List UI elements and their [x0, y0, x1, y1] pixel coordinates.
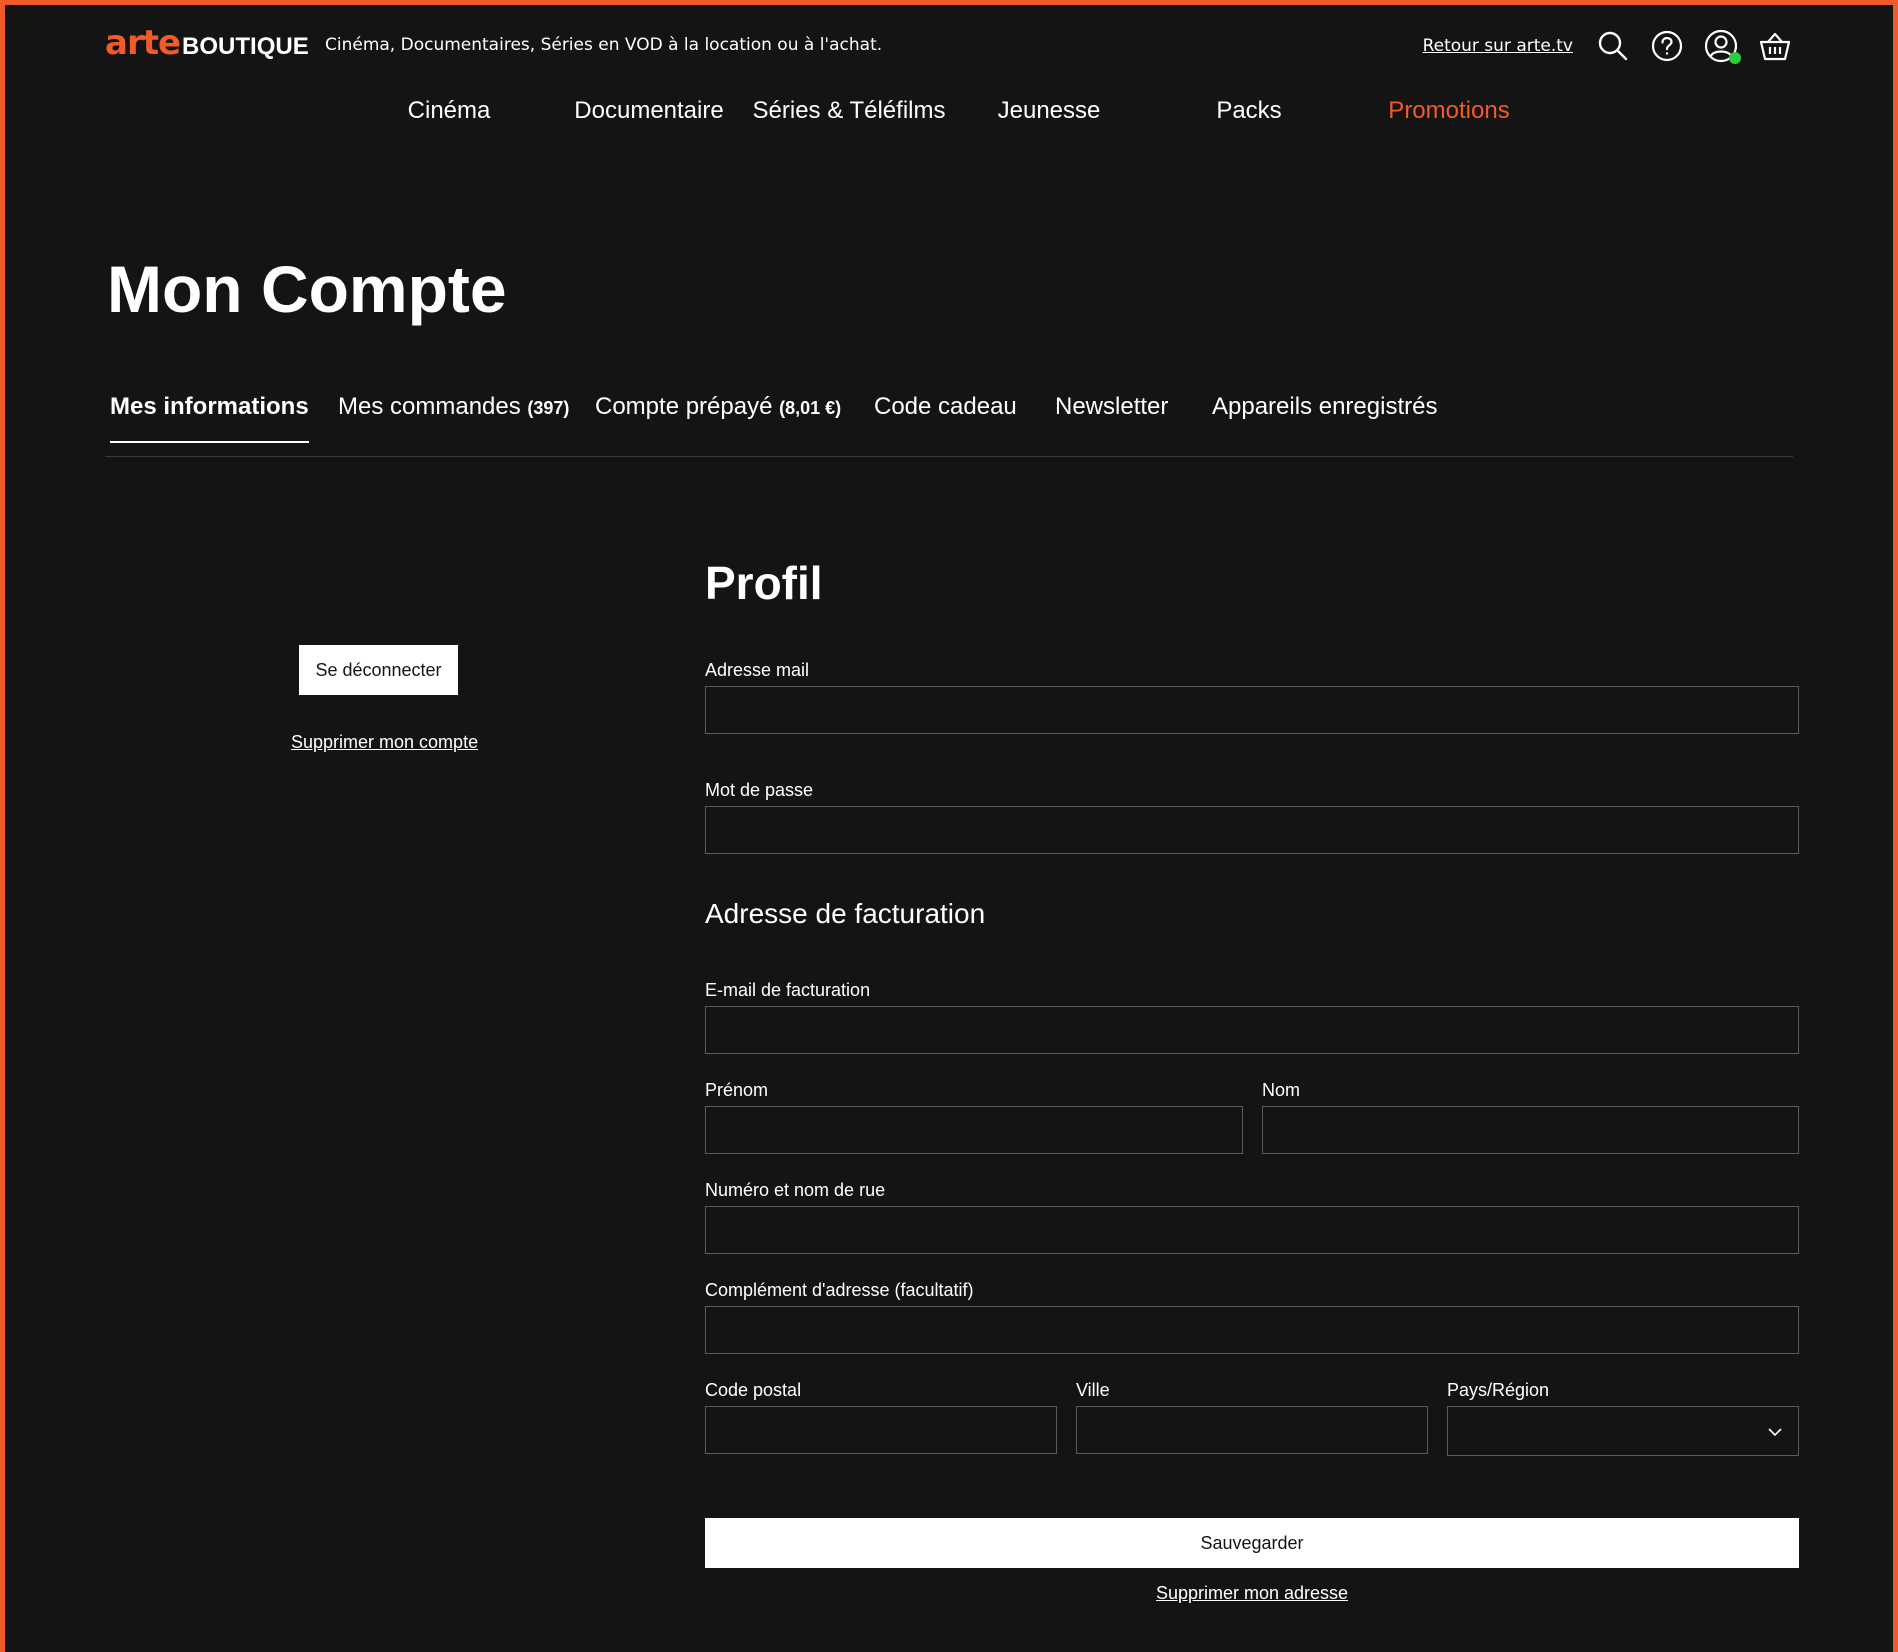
basket-icon[interactable]	[1757, 28, 1793, 64]
logo-boutique-text: BOUTIQUE	[182, 33, 309, 60]
address-complement-label: Complément d'adresse (facultatif)	[705, 1280, 974, 1300]
online-status-dot	[1729, 52, 1741, 64]
lastname-label: Nom	[1262, 1080, 1301, 1100]
search-icon[interactable]	[1595, 28, 1631, 64]
email-field[interactable]	[705, 686, 1799, 734]
header-actions: Retour sur arte.tv	[1423, 25, 1793, 67]
address-complement-field[interactable]	[705, 1306, 1799, 1354]
tab-newsletter[interactable]: Newsletter	[1055, 393, 1168, 421]
billing-address-title: Adresse de facturation	[705, 898, 986, 929]
main-nav: Cinéma Documentaire Séries & Téléfilms J…	[5, 97, 1893, 137]
billing-email-label: E-mail de facturation	[705, 980, 871, 1000]
tab-mes-informations[interactable]: Mes informations	[110, 393, 309, 443]
tab-label: Appareils enregistrés	[1212, 393, 1438, 420]
tab-appareils-enregistres[interactable]: Appareils enregistrés	[1212, 393, 1437, 421]
prepaid-balance: (8,01 €)	[779, 398, 842, 418]
nav-item-packs[interactable]: Packs	[1216, 97, 1281, 125]
street-field[interactable]	[705, 1206, 1799, 1254]
postal-code-field[interactable]	[705, 1406, 1057, 1454]
logout-button[interactable]: Se déconnecter	[299, 645, 458, 695]
nav-item-series-telefilms[interactable]: Séries & Téléfilms	[753, 97, 946, 125]
tab-label: Newsletter	[1055, 393, 1169, 420]
help-icon[interactable]	[1649, 28, 1685, 64]
logo-arte-text: arte	[105, 23, 181, 63]
delete-account-link[interactable]: Supprimer mon compte	[291, 732, 478, 753]
delete-address-link[interactable]: Supprimer mon adresse	[1152, 1583, 1352, 1604]
tab-label: Code cadeau	[874, 393, 1017, 420]
tab-compte-prepaye[interactable]: Compte prépayé (8,01 €)	[595, 393, 841, 421]
arte-boutique-logo[interactable]: arte BOUTIQUE	[105, 23, 309, 63]
city-field[interactable]	[1076, 1406, 1428, 1454]
profile-title: Profil	[705, 557, 823, 609]
tab-label: Mes informations	[110, 393, 309, 420]
password-field[interactable]	[705, 806, 1799, 854]
orders-count: (397)	[527, 398, 570, 418]
firstname-label: Prénom	[705, 1080, 769, 1100]
tab-code-cadeau[interactable]: Code cadeau	[874, 393, 1017, 421]
save-button[interactable]: Sauvegarder	[705, 1518, 1799, 1568]
user-icon[interactable]	[1703, 28, 1741, 64]
postal-code-label: Code postal	[705, 1380, 802, 1400]
tab-mes-commandes[interactable]: Mes commandes (397)	[338, 393, 569, 421]
nav-item-promotions[interactable]: Promotions	[1388, 97, 1509, 125]
page-title: Mon Compte	[107, 252, 507, 326]
email-label: Adresse mail	[705, 660, 810, 680]
tagline: Cinéma, Documentaires, Séries en VOD à l…	[325, 35, 883, 55]
nav-item-jeunesse[interactable]: Jeunesse	[998, 97, 1101, 125]
lastname-field[interactable]	[1262, 1106, 1799, 1154]
top-bar: arte BOUTIQUE Cinéma, Documentaires, Sér…	[5, 5, 1893, 85]
country-label: Pays/Région	[1447, 1380, 1550, 1400]
tab-label: Compte prépayé	[595, 393, 773, 420]
account-tabs: Mes informations Mes commandes (397) Com…	[105, 390, 1793, 457]
back-to-arte-link[interactable]: Retour sur arte.tv	[1423, 36, 1573, 56]
password-label: Mot de passe	[705, 780, 814, 800]
billing-email-field[interactable]	[705, 1006, 1799, 1054]
nav-item-cinema[interactable]: Cinéma	[408, 97, 491, 125]
country-select[interactable]	[1447, 1406, 1799, 1456]
chevron-down-icon	[1766, 1423, 1784, 1445]
tab-label: Mes commandes	[338, 393, 521, 420]
city-label: Ville	[1076, 1380, 1110, 1400]
street-label: Numéro et nom de rue	[705, 1180, 886, 1200]
nav-item-documentaire[interactable]: Documentaire	[574, 97, 723, 125]
firstname-field[interactable]	[705, 1106, 1243, 1154]
